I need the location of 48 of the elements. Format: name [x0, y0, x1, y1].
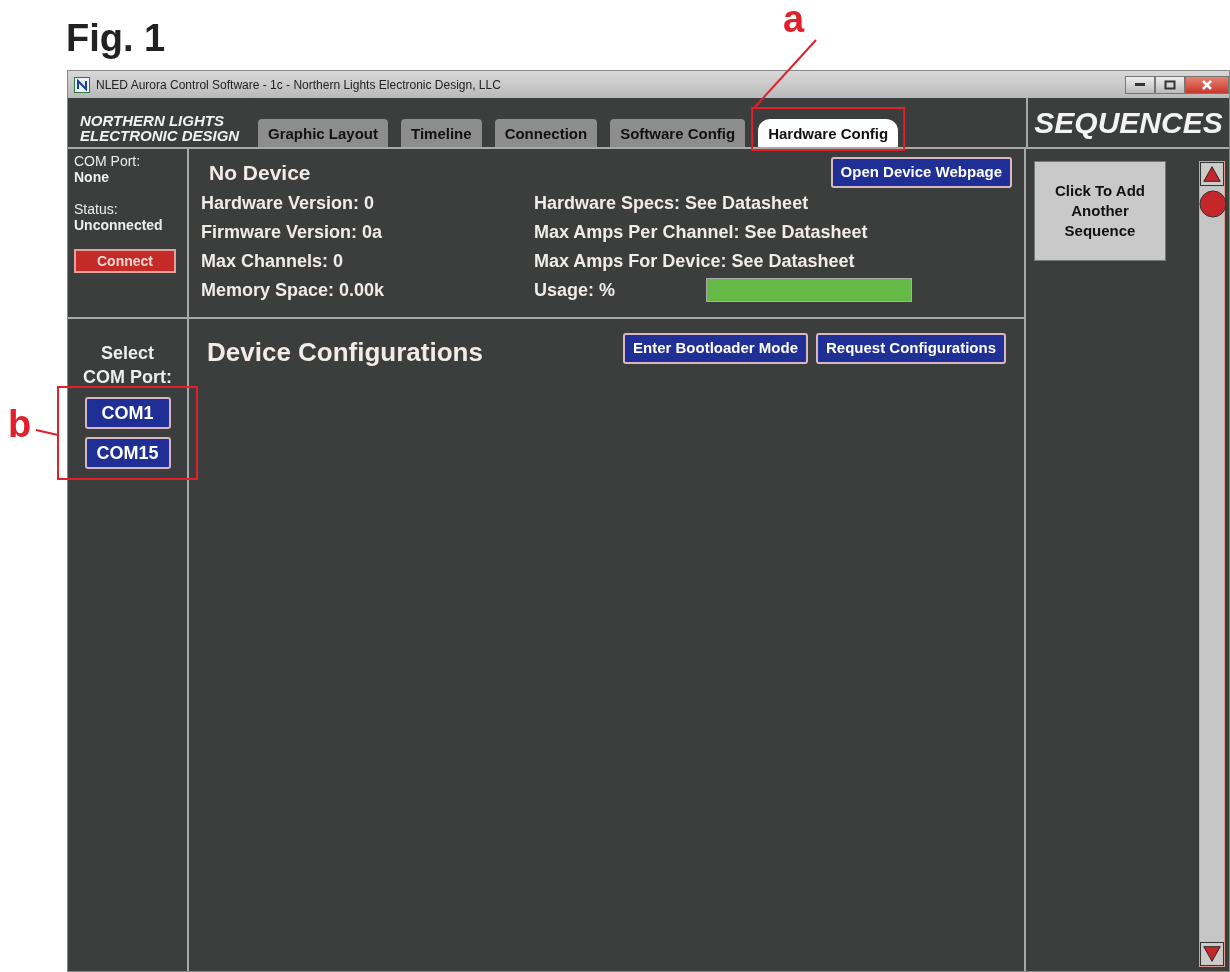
tab[interactable]: Graphic Layout: [258, 119, 389, 147]
figure-label: Fig. 1: [66, 16, 166, 61]
connect-button[interactable]: Connect: [74, 249, 176, 273]
leader-line: [35, 429, 59, 436]
callout-label: b: [8, 405, 32, 443]
leader-line: [753, 39, 817, 109]
info-text: Max Channels: 0: [201, 249, 345, 273]
window-title: NLED Aurora Control Software - 1c - Northern Lights Electronic Design, LLC: [96, 76, 501, 94]
label-text: COM Port:: [74, 153, 142, 169]
scrollbar[interactable]: [1199, 161, 1225, 967]
minimize-icon: [1135, 83, 1145, 86]
config-button[interactable]: Request Configurations: [816, 333, 1006, 364]
label-text: Status:: [74, 201, 119, 217]
webpage-button[interactable]: Open Device Webpage: [830, 157, 1012, 188]
device-name: No Device: [209, 160, 311, 186]
close-icon: [1201, 79, 1213, 90]
com-port-button[interactable]: COM15: [84, 437, 171, 469]
scroll-down-icon[interactable]: [1200, 942, 1224, 966]
info-text: Hardware Specs: See Datasheet: [534, 191, 810, 215]
scroll-up-icon[interactable]: [1200, 162, 1224, 186]
com-port-button[interactable]: COM1: [84, 397, 171, 429]
minimize-button[interactable]: [1125, 75, 1155, 94]
info-text: Max Amps For Device: See Datasheet: [534, 249, 856, 273]
config-button[interactable]: Enter Bootloader Mode: [622, 333, 808, 364]
section-label: COM Port:: [82, 366, 173, 389]
close-button[interactable]: [1185, 75, 1229, 94]
info-text: Firmware Version: 0a: [201, 220, 384, 244]
callout-label: a: [783, 0, 805, 38]
logo-text: ELECTRONIC DESIGN: [80, 128, 241, 143]
tab[interactable]: Hardware Config: [758, 119, 899, 147]
value-text: Unconnected: [74, 217, 164, 233]
tab[interactable]: Connection: [494, 119, 598, 147]
scroll-thumb[interactable]: [1199, 190, 1227, 218]
logo-text: NORTHERN LIGHTS: [80, 113, 225, 128]
maximize-button[interactable]: [1155, 75, 1185, 94]
tab[interactable]: Software Config: [610, 119, 746, 147]
info-text: Memory Space: 0.00k: [201, 278, 386, 302]
app-icon: [74, 76, 90, 93]
value-text: None: [74, 169, 110, 185]
usage-label: Usage: %: [534, 278, 617, 302]
add-sequence-button[interactable]: Click To Add Another Sequence: [1034, 161, 1166, 261]
section-label: Select: [99, 342, 155, 365]
info-text: Max Amps Per Channel: See Datasheet: [534, 220, 869, 244]
maximize-icon: [1164, 79, 1176, 90]
sequences-title: SEQUENCES: [1026, 98, 1229, 147]
tab[interactable]: Timeline: [401, 119, 482, 147]
section-title: Device Configurations: [207, 336, 483, 369]
info-text: Hardware Version: 0: [201, 191, 376, 215]
